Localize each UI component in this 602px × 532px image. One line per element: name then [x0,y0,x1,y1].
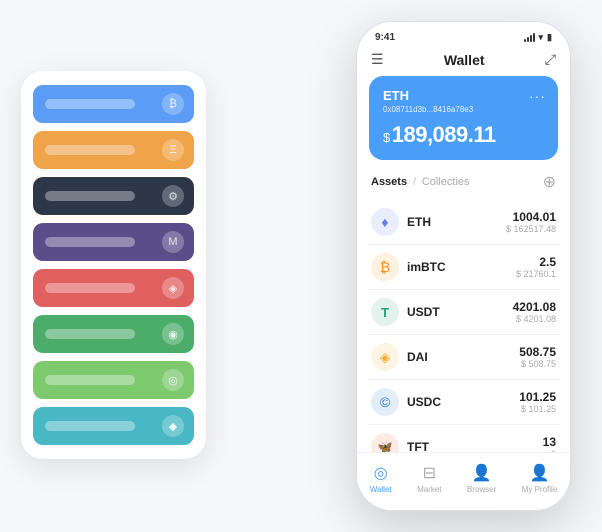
list-item[interactable]: ₿ [33,85,194,123]
tab-assets[interactable]: Assets [371,176,407,188]
left-panel: ₿ Ξ ⚙ M ◈ ◉ ◎ ◆ [21,71,206,459]
app-header: ☰ Wallet ⤢ [357,47,570,76]
asset-main-amount: 101.25 [519,390,556,404]
list-item[interactable]: M [33,223,194,261]
card-text [45,421,135,431]
assets-tabs: Assets / Collecties ⊕ [357,170,570,200]
asset-name: USDC [407,395,519,409]
card-icon: ⚙ [162,185,184,207]
asset-name: USDT [407,305,513,319]
asset-usd-amount: $ 21760.1 [516,269,556,279]
card-options-icon[interactable]: ··· [529,88,546,104]
table-row[interactable]: ◈ DAI 508.75 $ 508.75 [367,335,560,380]
asset-usd-amount: $ 4201.08 [513,314,556,324]
list-item[interactable]: ⚙ [33,177,194,215]
list-item[interactable]: Ξ [33,131,194,169]
asset-main-amount: 4201.08 [513,300,556,314]
card-text [45,283,135,293]
usdc-icon: © [371,388,399,416]
status-bar: 9:41 ▾ ▮ [357,22,570,47]
asset-main-amount: 508.75 [519,345,556,359]
nav-label-market: Market [417,485,441,494]
asset-usd-amount: $ 508.75 [519,359,556,369]
card-text [45,99,135,109]
table-row[interactable]: 🦋 TFT 13 0 [367,425,560,452]
phone-frame: 9:41 ▾ ▮ ☰ Wallet ⤢ ETH 0x08711d3b...841… [356,21,571,511]
asset-amounts: 4201.08 $ 4201.08 [513,300,556,324]
eth-card-balance: $189,089.11 [383,122,544,148]
card-icon: ◉ [162,323,184,345]
time-display: 9:41 [375,32,395,43]
signal-icon [524,33,535,42]
nav-item-wallet[interactable]: ◎ Wallet [370,463,392,494]
asset-amounts: 1004.01 $ 162517.48 [506,210,556,234]
list-item[interactable]: ◉ [33,315,194,353]
menu-icon[interactable]: ☰ [371,51,384,68]
browser-nav-icon: 👤 [472,463,492,483]
card-icon: ₿ [162,93,184,115]
card-icon: Ξ [162,139,184,161]
card-icon: M [162,231,184,253]
list-item[interactable]: ◎ [33,361,194,399]
wallet-nav-icon: ◎ [374,463,388,483]
asset-amounts: 13 0 [543,435,556,452]
usdt-icon: T [371,298,399,326]
card-icon: ◎ [162,369,184,391]
card-icon: ◈ [162,277,184,299]
card-text [45,329,135,339]
asset-name: DAI [407,350,519,364]
nav-item-market[interactable]: ⊟ Market [417,463,441,494]
balance-currency: $ [383,130,390,145]
eth-icon: ♦ [371,208,399,236]
nav-label-wallet: Wallet [370,485,392,494]
asset-amounts: 2.5 $ 21760.1 [516,255,556,279]
asset-name: imBTC [407,260,516,274]
imbtc-icon: ₿ [371,253,399,281]
card-text [45,237,135,247]
nav-label-profile: My Profile [522,485,558,494]
table-row[interactable]: ₿ imBTC 2.5 $ 21760.1 [367,245,560,290]
asset-main-amount: 2.5 [516,255,556,269]
card-text [45,375,135,385]
eth-wallet-card[interactable]: ETH 0x08711d3b...8416a78e3 $189,089.11 ·… [369,76,558,160]
asset-name: ETH [407,215,506,229]
asset-name: TFT [407,440,543,452]
list-item[interactable]: ◈ [33,269,194,307]
card-text [45,191,135,201]
list-item[interactable]: ◆ [33,407,194,445]
table-row[interactable]: © USDC 101.25 $ 101.25 [367,380,560,425]
dai-icon: ◈ [371,343,399,371]
wifi-icon: ▾ [539,32,544,43]
eth-card-title: ETH [383,88,544,103]
table-row[interactable]: ♦ ETH 1004.01 $ 162517.48 [367,200,560,245]
scene: ₿ Ξ ⚙ M ◈ ◉ ◎ ◆ [11,11,591,521]
tabs-container: Assets / Collecties [371,176,470,188]
status-icons: ▾ ▮ [524,32,552,43]
tab-divider: / [413,177,416,188]
asset-usd-amount: $ 162517.48 [506,224,556,234]
eth-card-address: 0x08711d3b...8416a78e3 [383,105,544,114]
nav-item-browser[interactable]: 👤 Browser [467,463,496,494]
tft-icon: 🦋 [371,433,399,452]
asset-main-amount: 13 [543,435,556,449]
nav-item-profile[interactable]: 👤 My Profile [522,463,558,494]
balance-amount: 189,089.11 [392,122,496,147]
market-nav-icon: ⊟ [423,463,436,483]
asset-list: ♦ ETH 1004.01 $ 162517.48 ₿ imBTC 2.5 $ … [357,200,570,452]
asset-amounts: 508.75 $ 508.75 [519,345,556,369]
page-title: Wallet [444,52,485,68]
nav-label-browser: Browser [467,485,496,494]
table-row[interactable]: T USDT 4201.08 $ 4201.08 [367,290,560,335]
asset-usd-amount: $ 101.25 [519,404,556,414]
battery-icon: ▮ [547,32,552,43]
asset-amounts: 101.25 $ 101.25 [519,390,556,414]
card-text [45,145,135,155]
add-asset-icon[interactable]: ⊕ [543,172,556,192]
expand-icon[interactable]: ⤢ [545,51,556,68]
asset-main-amount: 1004.01 [506,210,556,224]
bottom-navigation: ◎ Wallet ⊟ Market 👤 Browser 👤 My Profile [357,452,570,510]
card-icon: ◆ [162,415,184,437]
profile-nav-icon: 👤 [530,463,550,483]
tab-collecties[interactable]: Collecties [422,176,470,188]
